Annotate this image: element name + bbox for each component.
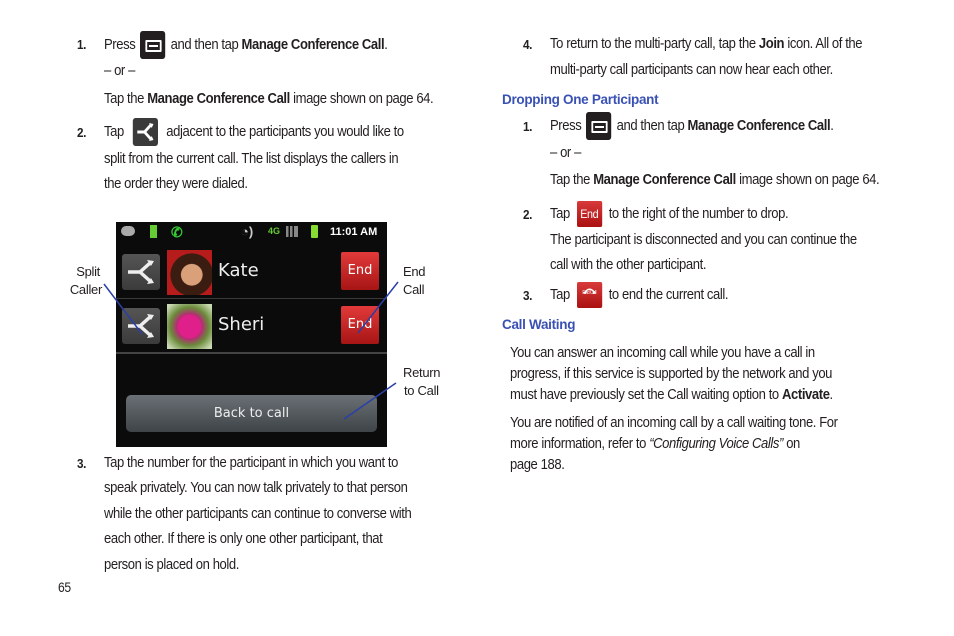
text: and then tap [616, 118, 685, 134]
para2-line3: page 188. [510, 457, 565, 473]
para2-line1: You are notified of an incoming call by … [510, 415, 838, 431]
callout-text: Caller [69, 282, 102, 297]
text: icon. All of the [787, 36, 863, 52]
step-number: 1. [523, 119, 532, 134]
text: . [829, 387, 834, 403]
step-number: 3. [523, 288, 532, 303]
page-number: 65 [58, 580, 71, 595]
para1-line1: You can answer an incoming call while yo… [510, 345, 815, 361]
text: must have previously set the Call waitin… [510, 387, 779, 403]
step-number: 2. [523, 207, 532, 222]
text: to the right of the number to drop. [608, 206, 789, 222]
text: Tap [550, 206, 570, 222]
step3-line: person is placed on hold. [104, 557, 239, 573]
drop-step1-text: Press and then tap Manage Conference Cal… [550, 112, 834, 141]
step3-line: speak privately. You can now talk privat… [104, 480, 408, 496]
bold-term: Manage Conference Call [687, 118, 831, 134]
cross-reference-link[interactable]: “Configuring Voice Calls” [649, 436, 783, 452]
callout-text: Return [403, 365, 441, 380]
callout-text: Split [76, 264, 100, 279]
text: to end the current call. [608, 287, 729, 303]
menu-key-icon [586, 112, 612, 141]
text: To return to the multi-party call, tap t… [550, 36, 756, 52]
or-separator: – or – [550, 145, 581, 161]
para1-line3: must have previously set the Call waitin… [510, 387, 833, 403]
step4-line2: multi-party call participants can now he… [550, 62, 833, 78]
step3-line: each other. If there is only one other p… [104, 531, 383, 547]
text: Tap [550, 287, 570, 303]
bold-term: Join [758, 36, 785, 52]
text: . [830, 118, 834, 134]
drop-step1-alt-text: Tap the Manage Conference Call image sho… [550, 172, 880, 188]
drop-step2-line1: Tap End to the right of the number to dr… [550, 201, 789, 228]
section-heading: Dropping One Participant [502, 92, 659, 107]
callout-text: to Call [404, 383, 439, 398]
step-number: 3. [77, 456, 86, 471]
text: Press [550, 118, 582, 134]
para2-line2: more information, refer to “Configuring … [510, 436, 800, 452]
callout-text: Call [403, 282, 425, 297]
text: image shown on page 64. [739, 172, 880, 188]
split-callout-line [103, 283, 143, 335]
callout-text: End [403, 264, 426, 279]
step4-line1: To return to the multi-party call, tap t… [550, 36, 863, 52]
text: Tap the [550, 172, 590, 188]
step3-line: while the other participants can continu… [104, 506, 412, 522]
text: more information, refer to [510, 436, 646, 452]
step3-line: Tap the number for the participant in wh… [104, 455, 399, 471]
end-call-icon: End Call [576, 282, 602, 309]
bold-term: Activate [782, 387, 830, 403]
drop-step2-line2: The participant is disconnected and you … [550, 232, 857, 248]
end-icon: End [576, 201, 602, 228]
text: on [786, 436, 800, 452]
para1-line2: progress, if this service is supported b… [510, 366, 833, 382]
drop-step2-line3: call with the other participant. [550, 257, 707, 273]
return-to-call-callout: Return to Call [403, 364, 441, 400]
step-number: 4. [523, 37, 532, 52]
return-callout-line [343, 382, 397, 420]
section-heading: Call Waiting [502, 317, 576, 332]
end-callout-line [357, 281, 399, 334]
split-caller-callout: Split Caller [70, 263, 102, 299]
bold-term: Manage Conference Call [593, 172, 736, 188]
end-call-icon-label: End Call [582, 290, 597, 297]
drop-step3-line: Tap End Call to end the current call. [550, 282, 729, 309]
end-call-callout: End Call [403, 263, 426, 299]
